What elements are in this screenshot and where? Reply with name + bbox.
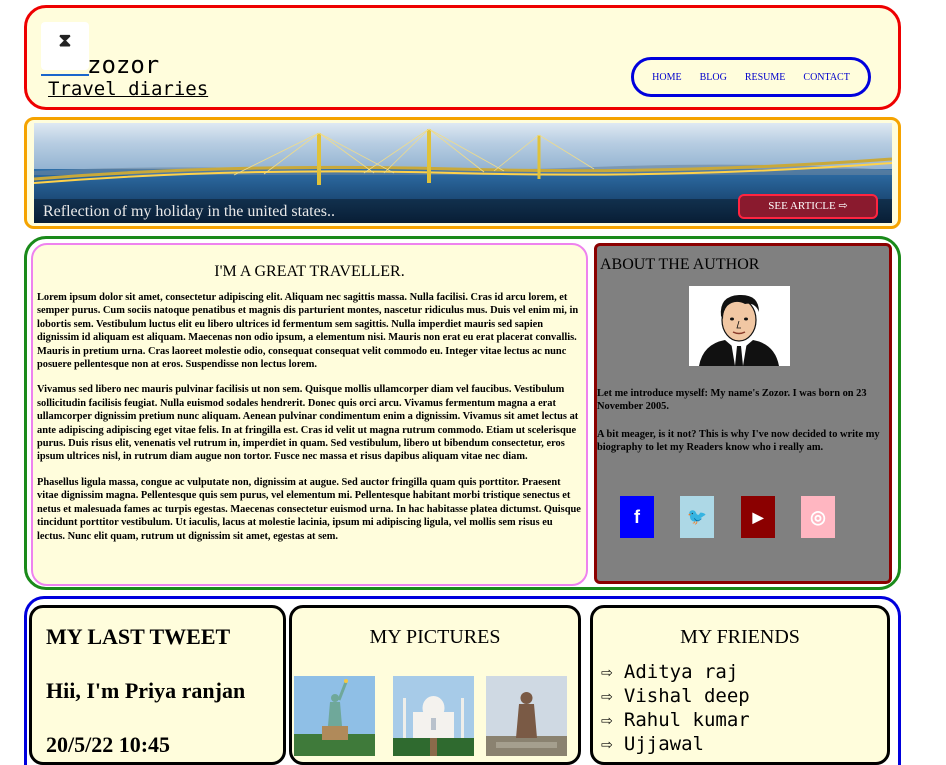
- arrow-right-icon: ⇨: [601, 733, 624, 755]
- see-article-button[interactable]: SEE ARTICLE ⇨: [738, 194, 878, 219]
- arrow-right-icon: ⇨: [601, 661, 624, 683]
- site-tagline: Travel diaries: [48, 78, 209, 100]
- youtube-icon[interactable]: ▶: [741, 496, 775, 538]
- twitter-icon[interactable]: 🐦: [680, 496, 714, 538]
- friends-title: MY FRIENDS: [680, 626, 800, 648]
- friends-list: ⇨ Aditya raj ⇨ Vishal deep ⇨ Rahul kumar…: [601, 660, 750, 756]
- picture-statue-of-liberty[interactable]: [294, 676, 375, 756]
- tweet-text: Hii, I'm Priya ranjan: [46, 678, 246, 703]
- header: ⧗ zozor Travel diaries HOME BLOG RESUME …: [24, 5, 901, 110]
- article-title: I'M A GREAT TRAVELLER.: [214, 263, 405, 280]
- picture-taj-mahal[interactable]: [393, 676, 474, 756]
- my-friends: MY FRIENDS ⇨ Aditya raj ⇨ Vishal deep ⇨ …: [590, 605, 890, 765]
- nav-home[interactable]: HOME: [652, 72, 681, 83]
- about-intro: Let me introduce myself: My name's Zozor…: [597, 388, 867, 413]
- logo-icon: ⧗: [58, 30, 72, 51]
- about-bio: A bit meager, is it not? This is why I'v…: [597, 429, 880, 454]
- about-author: ABOUT THE AUTHOR Let me introduce myself…: [594, 243, 892, 584]
- facebook-icon[interactable]: f: [620, 496, 654, 538]
- about-title: ABOUT THE AUTHOR: [600, 256, 760, 273]
- list-item: ⇨ Vishal deep: [601, 684, 750, 708]
- friend-name: Ujjawal: [623, 733, 704, 755]
- nav-resume[interactable]: RESUME: [745, 72, 786, 83]
- tweet-title: MY LAST TWEET: [46, 624, 231, 649]
- instagram-icon[interactable]: ◎: [801, 496, 835, 538]
- pictures-title: MY PICTURES: [369, 626, 501, 648]
- footer: MY LAST TWEET Hii, I'm Priya ranjan 20/5…: [24, 596, 901, 765]
- friend-name: Aditya raj: [623, 661, 739, 683]
- author-photo: [689, 286, 790, 366]
- friend-name: Vishal deep: [623, 685, 750, 707]
- logo[interactable]: ⧗: [41, 22, 89, 76]
- main-content: I'M A GREAT TRAVELLER. Lorem ipsum dolor…: [24, 236, 901, 590]
- article: I'M A GREAT TRAVELLER. Lorem ipsum dolor…: [31, 243, 588, 586]
- banner: Reflection of my holiday in the united s…: [24, 117, 901, 229]
- list-item: ⇨ Rahul kumar: [601, 708, 750, 732]
- list-item: ⇨ Ujjawal: [601, 732, 750, 756]
- banner-caption: Reflection of my holiday in the united s…: [43, 203, 335, 220]
- article-paragraph: Phasellus ligula massa, congue ac vulput…: [37, 476, 581, 542]
- arrow-right-icon: ⇨: [601, 685, 624, 707]
- list-item: ⇨ Aditya raj: [601, 660, 750, 684]
- friend-name: Rahul kumar: [623, 709, 750, 731]
- last-tweet: MY LAST TWEET Hii, I'm Priya ranjan 20/5…: [29, 605, 286, 765]
- logo-underline: [41, 74, 89, 76]
- picture-statue-of-unity[interactable]: [486, 676, 567, 756]
- site-title: zozor: [87, 51, 160, 79]
- arrow-right-icon: ⇨: [601, 709, 624, 731]
- article-paragraph: Vivamus sed libero nec mauris pulvinar f…: [37, 384, 579, 463]
- tweet-time: 20/5/22 10:45: [46, 732, 171, 757]
- my-pictures: MY PICTURES: [289, 605, 581, 765]
- nav-blog[interactable]: BLOG: [700, 72, 727, 83]
- nav-contact[interactable]: CONTACT: [803, 72, 849, 83]
- article-paragraph: Lorem ipsum dolor sit amet, consectetur …: [37, 292, 579, 371]
- main-nav: HOME BLOG RESUME CONTACT: [631, 57, 871, 97]
